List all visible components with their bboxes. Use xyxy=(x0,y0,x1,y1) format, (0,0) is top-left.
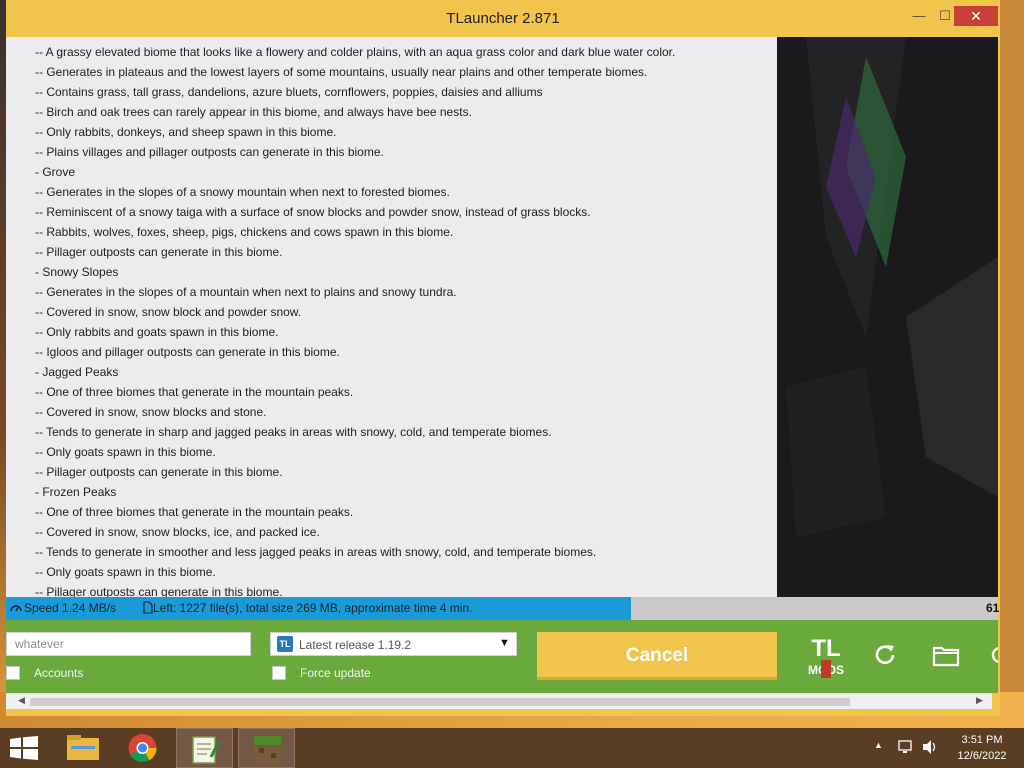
news-line: -- Tends to generate in sharp and jagged… xyxy=(35,425,552,439)
news-line: -- Pillager outposts can generate in thi… xyxy=(35,585,283,597)
minimize-button[interactable]: — xyxy=(906,6,932,26)
control-panel: whatever Accounts TL Latest release 1.19… xyxy=(6,620,998,693)
volume-icon[interactable] xyxy=(922,739,938,755)
scroll-right-icon[interactable]: ▶ xyxy=(976,695,983,706)
news-line: -- Only rabbits and goats spawn in this … xyxy=(35,325,279,339)
force-update-label: Force update xyxy=(300,666,371,680)
news-line: -- Pillager outposts can generate in thi… xyxy=(35,245,283,259)
news-line: - Jagged Peaks xyxy=(35,365,119,379)
taskbar: ▲ 3:51 PM 12/6/2022 xyxy=(0,728,1024,768)
news-text: -- A grassy elevated biome that looks li… xyxy=(35,42,777,597)
tlauncher-taskbar-item[interactable] xyxy=(238,728,295,768)
news-line: -- Covered in snow, snow block and powde… xyxy=(35,305,302,319)
progress-percent: 61 xyxy=(986,601,1000,615)
taskbar-clock[interactable]: 3:51 PM 12/6/2022 xyxy=(952,732,1012,764)
username-input[interactable]: whatever xyxy=(6,632,251,656)
news-line: -- A grassy elevated biome that looks li… xyxy=(35,45,676,59)
minecraft-grass-block-icon xyxy=(254,736,281,763)
news-line: - Grove xyxy=(35,165,76,179)
clock-date: 12/6/2022 xyxy=(957,750,1007,762)
notepad-taskbar-item[interactable] xyxy=(176,728,233,768)
news-line: -- Igloos and pillager outposts can gene… xyxy=(35,345,340,359)
title-bar[interactable]: TLauncher 2.871 — ☐ ✕ xyxy=(6,0,1000,37)
scrollbar-thumb[interactable] xyxy=(30,698,850,706)
news-line: -- Generates in plateaus and the lowest … xyxy=(35,65,648,79)
tl-version-icon: TL xyxy=(277,636,293,652)
svg-text:TL: TL xyxy=(811,635,840,662)
show-hidden-icons-icon[interactable]: ▲ xyxy=(874,740,883,750)
news-line: -- One of three biomes that generate in … xyxy=(35,505,354,519)
news-line: -- Only goats spawn in this biome. xyxy=(35,445,216,459)
news-line: -- Only rabbits, donkeys, and sheep spaw… xyxy=(35,125,337,139)
news-panel[interactable]: -- A grassy elevated biome that looks li… xyxy=(6,37,777,597)
news-line: -- Generates in the slopes of a snowy mo… xyxy=(35,185,450,199)
notepad-icon xyxy=(192,736,221,764)
news-line: -- Rabbits, wolves, foxes, sheep, pigs, … xyxy=(35,225,454,239)
speed-icon xyxy=(10,605,22,612)
network-icon[interactable] xyxy=(898,739,914,755)
accounts-label: Accounts xyxy=(34,666,84,680)
file-icon xyxy=(143,601,153,614)
version-select[interactable]: TL Latest release 1.19.2 ▼ xyxy=(270,632,517,656)
chrome-icon[interactable] xyxy=(114,728,171,768)
close-button[interactable]: ✕ xyxy=(954,6,998,26)
news-line: -- Plains villages and pillager outposts… xyxy=(35,145,384,159)
news-line: - Frozen Peaks xyxy=(35,485,117,499)
news-line: -- Birch and oak trees can rarely appear… xyxy=(35,105,472,119)
tl-mods-logo[interactable]: TL MODS xyxy=(805,632,847,680)
windows-start-icon[interactable] xyxy=(10,736,38,760)
news-line: -- One of three biomes that generate in … xyxy=(35,385,354,399)
horizontal-scrollbar[interactable]: ◀ ▶ xyxy=(6,693,992,709)
accounts-checkbox[interactable] xyxy=(6,666,20,680)
news-area: -- A grassy elevated biome that looks li… xyxy=(6,37,998,597)
window-title: TLauncher 2.871 xyxy=(446,10,560,27)
folder-icon[interactable] xyxy=(931,640,961,670)
news-line: -- Only goats spawn in this biome. xyxy=(35,565,216,579)
news-line: -- Covered in snow, snow blocks, ice, an… xyxy=(35,525,320,539)
refresh-icon[interactable] xyxy=(870,640,900,670)
cancel-button[interactable]: Cancel xyxy=(537,632,777,680)
version-value: Latest release 1.19.2 xyxy=(299,638,412,652)
scroll-left-icon[interactable]: ◀ xyxy=(18,695,25,706)
news-line: - Snowy Slopes xyxy=(35,265,119,279)
news-line: -- Tends to generate in smoother and les… xyxy=(35,545,597,559)
clock-time: 3:51 PM xyxy=(961,734,1003,746)
download-progress-bar: Speed 1.24 MB/s Left: 1227 file(s), tota… xyxy=(6,597,1000,620)
download-speed: Speed 1.24 MB/s xyxy=(24,601,117,615)
news-line: -- Reminiscent of a snowy taiga with a s… xyxy=(35,205,591,219)
download-remaining: Left: 1227 file(s), total size 269 MB, a… xyxy=(153,601,473,615)
news-line: -- Covered in snow, snow blocks and ston… xyxy=(35,405,267,419)
file-explorer-icon[interactable] xyxy=(55,728,112,768)
news-line: -- Pillager outposts can generate in thi… xyxy=(35,465,283,479)
news-line: -- Contains grass, tall grass, dandelion… xyxy=(35,85,543,99)
chevron-down-icon: ▼ xyxy=(499,637,510,649)
news-line: -- Generates in the slopes of a mountain… xyxy=(35,285,457,299)
settings-icon[interactable] xyxy=(988,640,998,670)
tlauncher-window: TLauncher 2.871 — ☐ ✕ -- A grassy elevat… xyxy=(6,0,1000,716)
force-update-checkbox[interactable] xyxy=(272,666,286,680)
